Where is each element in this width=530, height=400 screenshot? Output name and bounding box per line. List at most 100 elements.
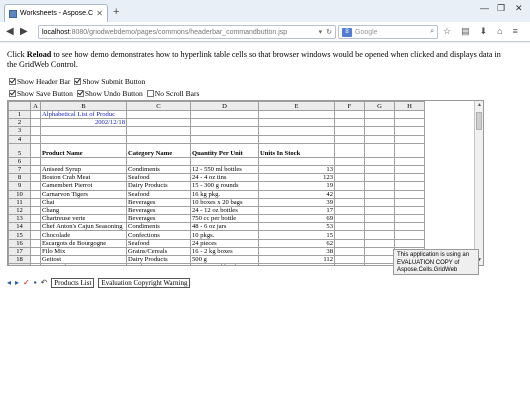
checkbox-icon[interactable] xyxy=(146,90,154,97)
grid-cell[interactable] xyxy=(364,156,395,166)
grid-cell[interactable] xyxy=(394,197,425,207)
grid-cell[interactable]: Condiments xyxy=(126,263,191,265)
grid-cell[interactable] xyxy=(30,181,41,191)
grid-cell[interactable]: 750 cc per bottle xyxy=(190,214,259,224)
grid-cell[interactable]: 15 - 300 g rounds xyxy=(190,181,259,191)
column-header[interactable]: G xyxy=(364,101,395,111)
grid-cell[interactable]: 2002/12/18 xyxy=(40,118,127,128)
grid-cell[interactable] xyxy=(334,109,365,120)
option-show-header-bar[interactable]: Show Header Bar xyxy=(9,77,70,86)
grid-cell[interactable] xyxy=(334,254,365,265)
grid-cell[interactable] xyxy=(364,263,395,265)
option-show-undo-button[interactable]: Show Undo Button xyxy=(76,89,143,98)
row-header[interactable]: 6 xyxy=(8,156,31,166)
grid-cell[interactable] xyxy=(394,173,425,183)
checkbox-icon[interactable] xyxy=(74,78,82,85)
grid-cell[interactable] xyxy=(40,156,127,166)
grid-cell[interactable] xyxy=(30,134,41,144)
grid-cell[interactable]: Genen Shouyu xyxy=(40,263,127,265)
grid-cell[interactable] xyxy=(190,134,259,144)
grid-cell[interactable]: Grains/Cereals xyxy=(126,246,191,257)
grid-cell[interactable]: 69 xyxy=(258,214,335,224)
row-header[interactable]: 11 xyxy=(8,197,31,207)
grid-cell[interactable]: Escargots de Bourgogne xyxy=(40,238,127,248)
grid-cell[interactable]: Geitost xyxy=(40,254,127,265)
prev-sheet-icon[interactable]: ◂ xyxy=(7,278,11,288)
grid-cell[interactable] xyxy=(30,238,41,248)
grid-cell[interactable]: 42 xyxy=(258,189,335,199)
grid-cell[interactable] xyxy=(394,156,425,166)
grid-cell[interactable]: Dairy Products xyxy=(126,254,191,265)
row-header[interactable]: 5 xyxy=(8,142,31,158)
option-no-scroll-bars[interactable]: No Scroll Bars xyxy=(146,89,199,98)
grid-cell[interactable] xyxy=(334,263,365,265)
grid-cell[interactable] xyxy=(30,126,41,136)
grid-cell[interactable]: Units In Stock xyxy=(258,142,335,158)
column-header[interactable]: E xyxy=(258,101,335,111)
grid-cell[interactable]: 53 xyxy=(258,222,335,232)
grid-cell[interactable]: Condiments xyxy=(126,164,191,175)
row-header[interactable]: 14 xyxy=(8,222,31,232)
close-tab-icon[interactable]: ✕ xyxy=(96,9,103,18)
grid-cell[interactable] xyxy=(364,246,395,257)
search-icon[interactable]: ⌕ xyxy=(430,28,434,36)
grid-cell[interactable]: Chartreuse verte xyxy=(40,214,127,224)
sheet-tab-products-list[interactable]: Products List xyxy=(51,277,95,288)
row-header[interactable]: 7 xyxy=(8,164,31,175)
grid-cell[interactable] xyxy=(334,214,365,224)
grid-cell[interactable]: Quantity Per Unit xyxy=(190,142,259,158)
sheet-tab-evaluation-warning[interactable]: Evaluation Copyright Warning xyxy=(98,277,191,288)
grid-cell[interactable] xyxy=(364,164,395,175)
grid-cell[interactable] xyxy=(364,222,395,232)
grid-cell[interactable]: 19 xyxy=(258,181,335,191)
grid-cell[interactable]: Beverages xyxy=(126,197,191,207)
option-show-submit-button[interactable]: Show Submit Button xyxy=(74,77,145,86)
search-bar[interactable]: 8 Google ⌕ xyxy=(338,25,438,39)
grid-cell[interactable] xyxy=(126,126,191,136)
checkbox-icon[interactable] xyxy=(76,90,84,97)
row-header[interactable]: 10 xyxy=(8,189,31,199)
back-icon[interactable]: ◀ xyxy=(6,26,14,37)
grid-cell[interactable]: 16 kg pkg. xyxy=(190,189,259,199)
grid-cell[interactable] xyxy=(364,189,395,199)
row-header[interactable]: 1 xyxy=(8,109,31,120)
grid-cell[interactable]: 10 boxes x 20 bags xyxy=(190,197,259,207)
grid-cell[interactable] xyxy=(258,109,335,120)
grid-cell[interactable]: 39 xyxy=(258,197,335,207)
grid-corner[interactable] xyxy=(8,101,31,111)
grid-cell[interactable] xyxy=(394,142,425,158)
grid-cell[interactable] xyxy=(394,109,425,120)
grid-cell[interactable] xyxy=(258,126,335,136)
grid-cell[interactable] xyxy=(364,109,395,120)
grid-cell[interactable] xyxy=(126,118,191,128)
row-header[interactable]: 8 xyxy=(8,173,31,183)
grid-cell[interactable]: Chocolade xyxy=(40,230,127,240)
grid-cell[interactable] xyxy=(40,126,127,136)
scroll-up-icon[interactable]: ▲ xyxy=(475,101,483,110)
grid-cell[interactable] xyxy=(30,156,41,166)
menu-icon[interactable]: ≡ xyxy=(513,26,518,37)
grid-cell[interactable] xyxy=(258,156,335,166)
grid-cell[interactable]: 112 xyxy=(258,254,335,265)
checkbox-icon[interactable] xyxy=(9,78,16,85)
grid-cell[interactable]: Condiments xyxy=(126,222,191,232)
grid-cell[interactable]: Boston Crab Meat xyxy=(40,173,127,183)
dropdown-arrow-icon[interactable]: ▾ xyxy=(319,28,323,36)
grid-cell[interactable]: 24 - 250 ml bottles xyxy=(190,263,259,265)
grid-cell[interactable]: Filo Mix xyxy=(40,246,127,257)
grid-cell[interactable] xyxy=(30,118,41,128)
grid-cell[interactable] xyxy=(394,222,425,232)
grid-cell[interactable] xyxy=(126,109,191,120)
column-header[interactable]: A xyxy=(30,101,41,111)
option-show-save-button[interactable]: Show Save Button xyxy=(9,89,73,98)
grid-cell[interactable]: Camembert Pierrot xyxy=(40,181,127,191)
grid-cell[interactable] xyxy=(126,134,191,144)
grid-cell[interactable]: Seafood xyxy=(126,173,191,183)
grid-cell[interactable]: 15 xyxy=(258,230,335,240)
row-header[interactable]: 13 xyxy=(8,214,31,224)
grid-cell[interactable] xyxy=(30,214,41,224)
grid-cell[interactable] xyxy=(394,189,425,199)
grid-cell[interactable] xyxy=(334,205,365,216)
grid-cell[interactable] xyxy=(30,142,41,158)
grid-cell[interactable]: Aniseed Syrup xyxy=(40,164,127,175)
